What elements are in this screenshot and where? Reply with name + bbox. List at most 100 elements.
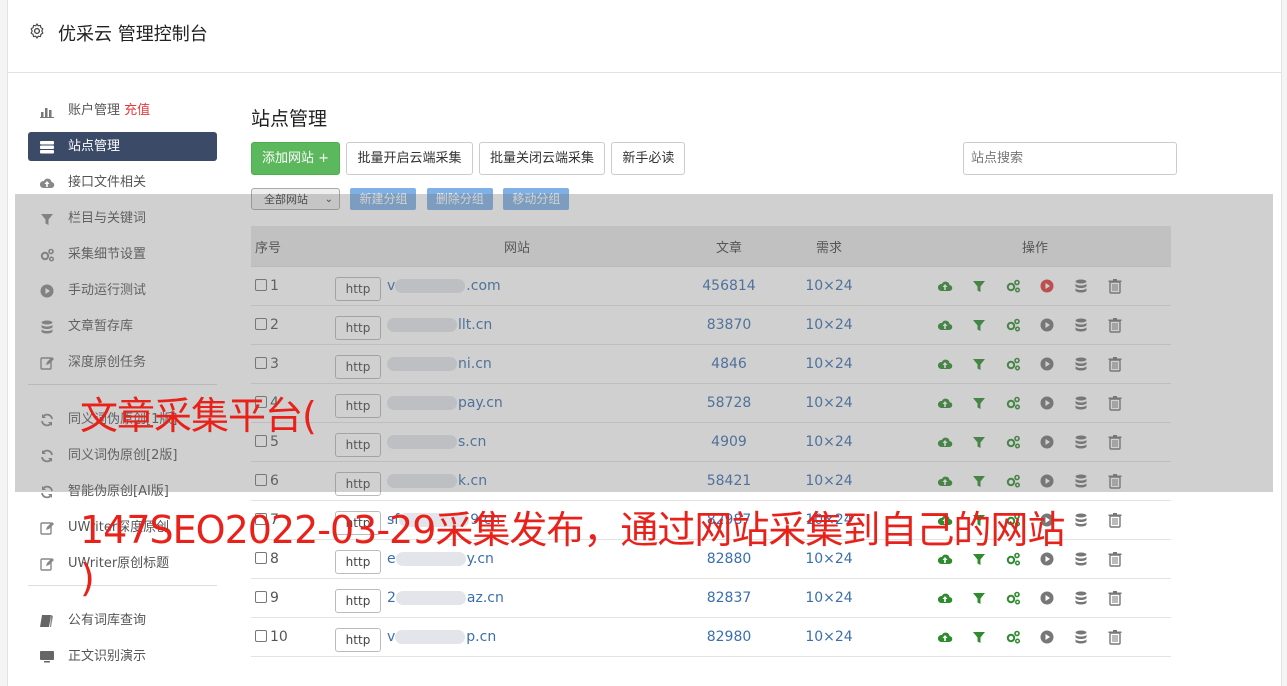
filter-action-icon[interactable] [971, 629, 987, 645]
sidebar-item-items-4[interactable]: 采集细节设置 [28, 240, 217, 269]
cogs-action-icon[interactable] [1005, 278, 1021, 294]
site-domain-prefix: v [387, 629, 396, 645]
site-domain-link[interactable]: llt.cn [387, 317, 492, 333]
row-number-cell: 2 [251, 305, 335, 345]
play-circle-icon [40, 284, 54, 298]
cogs-action-icon[interactable] [1005, 356, 1021, 372]
new-group-button[interactable]: 新建分组 [350, 188, 417, 210]
refresh-icon [41, 449, 53, 463]
group-select[interactable]: 全部网站 ⌄ [251, 188, 340, 210]
row-number: 2 [270, 317, 279, 333]
ops-cell [899, 266, 1171, 306]
demand-value[interactable]: 10×24 [805, 317, 852, 333]
col-header-demand: 需求 [759, 226, 899, 267]
table-row: 2 http llt.cn 83870 10×24 [251, 305, 1171, 345]
row-checkbox[interactable] [255, 279, 267, 291]
database-action-icon[interactable] [1073, 317, 1089, 333]
cloud-upload-action-icon[interactable] [937, 629, 953, 645]
trash-action-icon[interactable] [1107, 278, 1123, 294]
cogs-action-icon[interactable] [1005, 629, 1021, 645]
protocol-badge[interactable]: http [335, 628, 381, 652]
table-header-row: 序号 网站 文章 需求 操作 [251, 226, 1171, 267]
watermark-text: 文章采集平台( 147SEO2022-03-29采集发布，通过网站采集到自己的网… [80, 388, 1230, 606]
table-row: 1 http v .com 456814 10×24 [251, 266, 1171, 306]
article-count[interactable]: 83870 [707, 317, 752, 333]
article-count-cell[interactable]: 83870 [699, 305, 759, 345]
demand-cell[interactable]: 10×24 [759, 266, 899, 306]
protocol-badge[interactable]: http [335, 355, 381, 379]
watermark-line-3: ) [80, 556, 95, 600]
demand-cell[interactable]: 10×24 [759, 344, 899, 384]
article-count-cell[interactable]: 456814 [699, 266, 759, 306]
play-circle-action-icon[interactable] [1039, 629, 1055, 645]
site-search-input[interactable] [963, 142, 1177, 175]
cloud-upload-action-icon[interactable] [937, 317, 953, 333]
trash-action-icon[interactable] [1107, 317, 1123, 333]
article-count-cell[interactable]: 82980 [699, 617, 759, 657]
sidebar-item-items-0[interactable]: 账户管理 充值 [28, 96, 217, 125]
sidebar-item-label: 栏目与关键词 [68, 211, 147, 226]
database-action-icon[interactable] [1073, 356, 1089, 372]
sidebar-item-label: 文章暂存库 [68, 319, 134, 334]
article-count[interactable]: 456814 [702, 278, 755, 294]
gear-icon [30, 23, 44, 39]
trash-action-icon[interactable] [1107, 356, 1123, 372]
demand-cell[interactable]: 10×24 [759, 305, 899, 345]
demand-cell[interactable]: 10×24 [759, 617, 899, 657]
row-checkbox[interactable] [255, 357, 267, 369]
play-circle-action-icon[interactable] [1039, 317, 1055, 333]
add-site-button[interactable]: 添加网站 + [251, 142, 341, 175]
batch-disable-cloud-button[interactable]: 批量关闭云端采集 [478, 142, 605, 175]
filter-icon [41, 214, 53, 225]
site-domain-link[interactable]: v .com [387, 278, 501, 294]
sidebar-item-label: 站点管理 [68, 139, 121, 154]
bar-chart-icon [40, 108, 54, 118]
sidebar-item-items-1[interactable]: 站点管理 [28, 132, 217, 161]
ops-cell [899, 617, 1171, 657]
cloud-upload-action-icon[interactable] [937, 278, 953, 294]
sidebar-item-items-5[interactable]: 手动运行测试 [28, 276, 217, 305]
sidebar-item-items-6[interactable]: 文章暂存库 [28, 312, 217, 341]
site-domain-link[interactable]: v p.cn [387, 629, 496, 645]
chevron-down-icon: ⌄ [324, 194, 333, 205]
cogs-icon [40, 248, 55, 262]
article-count[interactable]: 82980 [707, 629, 752, 645]
sidebar-item-items3-0[interactable]: 公有词库查询 [28, 606, 217, 635]
filter-action-icon[interactable] [971, 278, 987, 294]
article-count[interactable]: 4846 [711, 356, 747, 372]
row-number-cell: 1 [251, 266, 335, 306]
app-title: 优采云 管理控制台 [58, 24, 208, 45]
row-checkbox[interactable] [255, 630, 267, 642]
recharge-link[interactable]: 充值 [124, 103, 150, 118]
protocol-badge[interactable]: http [335, 316, 381, 340]
move-group-button[interactable]: 移动分组 [503, 188, 570, 210]
demand-value[interactable]: 10×24 [805, 356, 852, 372]
row-checkbox[interactable] [255, 318, 267, 330]
article-count-cell[interactable]: 4846 [699, 344, 759, 384]
sidebar-item-items3-1[interactable]: 正文识别演示 [28, 642, 217, 671]
demand-value[interactable]: 10×24 [805, 629, 852, 645]
demand-value[interactable]: 10×24 [805, 278, 852, 294]
cloud-upload-action-icon[interactable] [937, 356, 953, 372]
sidebar-divider [28, 384, 217, 385]
trash-action-icon[interactable] [1107, 629, 1123, 645]
database-action-icon[interactable] [1073, 278, 1089, 294]
filter-action-icon[interactable] [971, 317, 987, 333]
batch-enable-cloud-button[interactable]: 批量开启云端采集 [346, 142, 473, 175]
delete-group-button[interactable]: 删除分组 [426, 188, 493, 210]
top-bar: 优采云 管理控制台 [8, 0, 1281, 73]
site-domain-link[interactable]: ni.cn [387, 356, 492, 372]
play-circle-action-icon[interactable] [1039, 278, 1055, 294]
filter-action-icon[interactable] [971, 356, 987, 372]
protocol-badge[interactable]: http [335, 277, 381, 301]
sidebar-item-items-3[interactable]: 栏目与关键词 [28, 204, 217, 233]
server-icon [40, 141, 54, 154]
newbie-guide-button[interactable]: 新手必读 [611, 142, 686, 175]
cogs-action-icon[interactable] [1005, 317, 1021, 333]
site-domain: .com [466, 278, 501, 294]
play-circle-action-icon[interactable] [1039, 356, 1055, 372]
sidebar-item-items-2[interactable]: 接口文件相关 [28, 168, 217, 197]
sidebar-item-label: 深度原创任务 [68, 355, 147, 370]
database-action-icon[interactable] [1073, 629, 1089, 645]
sidebar-item-items-7[interactable]: 深度原创任务 [28, 348, 217, 377]
